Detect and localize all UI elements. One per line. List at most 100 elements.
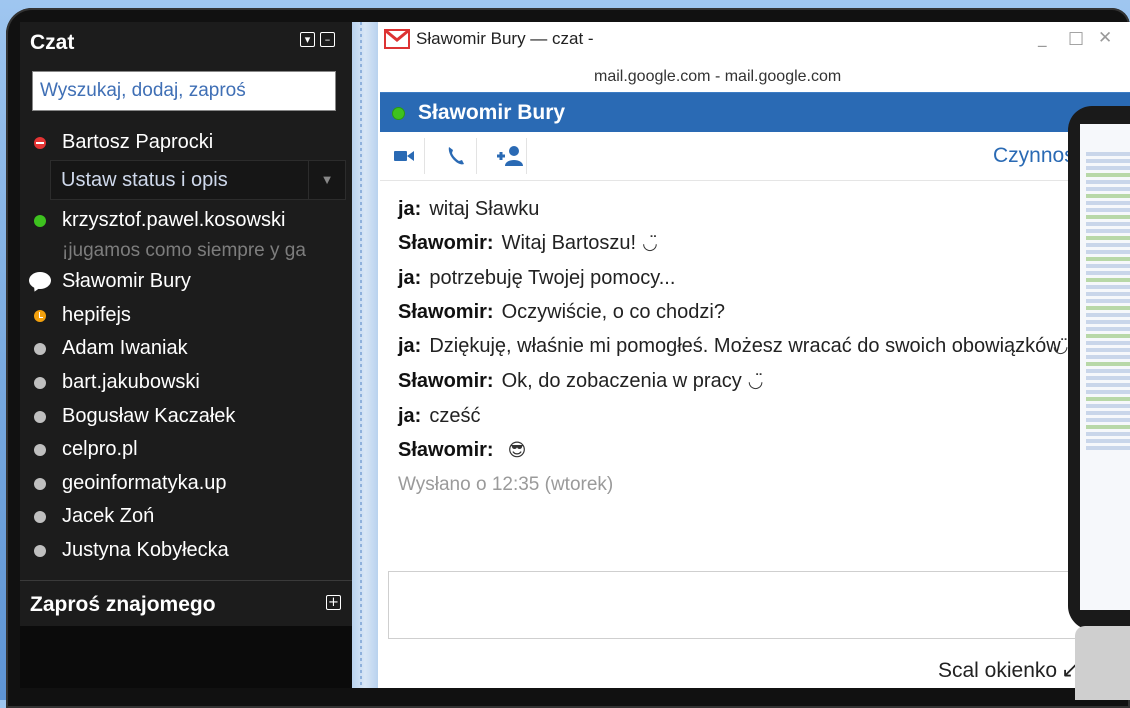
- chat-message: Sławomir: Ok, do zobaczenia w pracy ◡̈: [398, 364, 1078, 399]
- thumbnail-line: [1086, 425, 1130, 429]
- list-item-contact[interactable]: Jacek Zoń: [20, 500, 352, 534]
- message-text: Dziękuję, właśnie mi pomogłeś. Możesz wr…: [429, 335, 1061, 357]
- thumbnail-line: [1086, 306, 1130, 310]
- thumbnail-line: [1086, 397, 1130, 401]
- list-item-contact[interactable]: krzysztof.pawel.kosowski: [20, 204, 352, 238]
- thumbnail-line: [1086, 376, 1130, 380]
- message-text: Ok, do zobaczenia w pracy: [501, 370, 742, 392]
- add-person-button[interactable]: [486, 138, 527, 174]
- plus-icon[interactable]: +: [326, 595, 341, 610]
- smiley-icon: ◡̈: [642, 233, 658, 254]
- thumbnail-line: [1086, 243, 1130, 247]
- chevron-down-icon[interactable]: ▼: [308, 160, 345, 199]
- thumbnail-line: [1086, 236, 1130, 240]
- chat-message: Sławomir: Oczywiście, o co chodzi?: [398, 295, 1078, 329]
- available-status-icon: [392, 107, 405, 120]
- contact-name: Adam Iwaniak: [62, 337, 188, 360]
- chat-sidebar-title: Czat: [30, 31, 75, 54]
- list-item-contact[interactable]: geoinformatyka.up: [20, 467, 352, 501]
- message-sender: ja:: [398, 198, 422, 220]
- chat-window: Sławomir Bury — czat - _ □ ✕ mail.google…: [378, 22, 1130, 688]
- contact-name: Sławomir Bury: [62, 270, 191, 293]
- offline-status-icon: [34, 544, 46, 557]
- list-item-contact[interactable]: celpro.pl: [20, 433, 352, 467]
- chat-message: ja: potrzebuję Twojej pomocy...: [398, 261, 1078, 295]
- thumbnail-line: [1086, 334, 1130, 338]
- divider: [20, 580, 352, 581]
- chat-message: ja: Dziękuję, właśnie mi pomogłeś. Możesz…: [398, 329, 1078, 364]
- window-title: Sławomir Bury — czat -: [416, 29, 594, 48]
- list-item-contact[interactable]: hepifejs: [20, 299, 352, 333]
- minimize-window-icon[interactable]: _: [1038, 28, 1047, 48]
- list-item-contact[interactable]: Adam Iwaniak: [20, 332, 352, 366]
- thumbnail-line: [1086, 250, 1130, 254]
- thumbnail-line: [1086, 432, 1130, 436]
- message-text: Oczywiście, o co chodzi?: [501, 301, 725, 323]
- minimize-icon[interactable]: –: [320, 32, 335, 47]
- list-item-contact[interactable]: Bogusław Kaczałek: [20, 400, 352, 434]
- invite-friend-link[interactable]: Zaproś znajomego: [30, 593, 216, 617]
- merge-window-label: Scal okienko: [938, 659, 1058, 682]
- message-sender: Sławomir:: [398, 301, 494, 323]
- message-text: cześć: [429, 405, 481, 427]
- message-input[interactable]: [388, 571, 1088, 639]
- list-item-contact[interactable]: Sławomir Bury: [20, 265, 352, 299]
- sent-timestamp: Wysłano o 12:35 (wtorek): [398, 474, 614, 495]
- gmail-thumbnail: [1080, 124, 1130, 610]
- thumbnail-line: [1086, 159, 1130, 163]
- offline-status-icon: [34, 511, 46, 524]
- message-sender: ja:: [398, 405, 422, 427]
- video-call-button[interactable]: [384, 138, 425, 174]
- cool-face-icon: 😎: [507, 440, 527, 461]
- message-text: witaj Sławku: [429, 198, 540, 220]
- offline-status-icon: [34, 444, 46, 457]
- thumbnail-line: [1086, 257, 1130, 261]
- thumbnail-line: [1086, 369, 1130, 373]
- message-sender: ja:: [398, 267, 422, 289]
- chat-toolbar: Czynności: [380, 132, 1130, 181]
- decorative-corner: [1075, 626, 1130, 700]
- merge-window-link[interactable]: Scal okienko ↙: [938, 658, 1080, 683]
- chat-header: Sławomir Bury: [380, 92, 1130, 133]
- thumbnail-line: [1086, 355, 1130, 359]
- thumbnail-line: [1086, 313, 1130, 317]
- thumbnail-line: [1086, 362, 1130, 366]
- chat-message: ja: witaj Sławku: [398, 192, 1078, 226]
- window-url: mail.google.com - mail.google.com: [594, 68, 842, 85]
- my-status-entry[interactable]: Bartosz Paprocki: [20, 126, 352, 160]
- idle-status-icon: [34, 309, 46, 322]
- thumbnail-line: [1086, 229, 1130, 233]
- collapse-icon[interactable]: ▾: [300, 32, 315, 47]
- thumbnail-line: [1086, 208, 1130, 212]
- list-item-contact[interactable]: Justyna Kobyłecka: [20, 534, 352, 568]
- close-icon[interactable]: ✕: [1098, 28, 1112, 48]
- panel-resize-handle[interactable]: [352, 22, 378, 688]
- thumbnail-line: [1086, 390, 1130, 394]
- video-camera-icon: [394, 151, 414, 161]
- contact-list: Bartosz Paprocki Ustaw status i opis ▼ k…: [20, 126, 352, 568]
- thumbnail-line: [1086, 222, 1130, 226]
- contact-name: Bogusław Kaczałek: [62, 404, 236, 427]
- message-sender: ja:: [398, 335, 422, 357]
- available-status-icon: [34, 214, 46, 227]
- thumbnail-line: [1086, 285, 1130, 289]
- thumbnail-line: [1086, 278, 1130, 282]
- message-text: potrzebuję Twojej pomocy...: [429, 267, 676, 289]
- chat-bubble-icon: [29, 272, 51, 290]
- sidebar-footer: [20, 626, 352, 688]
- status-select[interactable]: Ustaw status i opis ▼: [50, 159, 346, 200]
- thumbnail-line: [1086, 180, 1130, 184]
- my-name: Bartosz Paprocki: [62, 131, 214, 153]
- thumbnail-line: [1086, 327, 1130, 331]
- tablet-device: [1068, 106, 1130, 630]
- add-person-icon: [497, 146, 523, 166]
- thumbnail-line: [1086, 320, 1130, 324]
- status-select-value: Ustaw status i opis: [61, 168, 228, 191]
- voice-call-button[interactable]: [436, 138, 477, 174]
- contact-search-input[interactable]: [32, 71, 336, 111]
- thumbnail-line: [1086, 166, 1130, 170]
- contact-name: Justyna Kobyłecka: [62, 538, 229, 561]
- window-titlebar: Sławomir Bury — czat - _ □ ✕: [378, 22, 1130, 56]
- list-item-contact[interactable]: bart.jakubowski: [20, 366, 352, 400]
- maximize-window-icon[interactable]: □: [1068, 28, 1084, 48]
